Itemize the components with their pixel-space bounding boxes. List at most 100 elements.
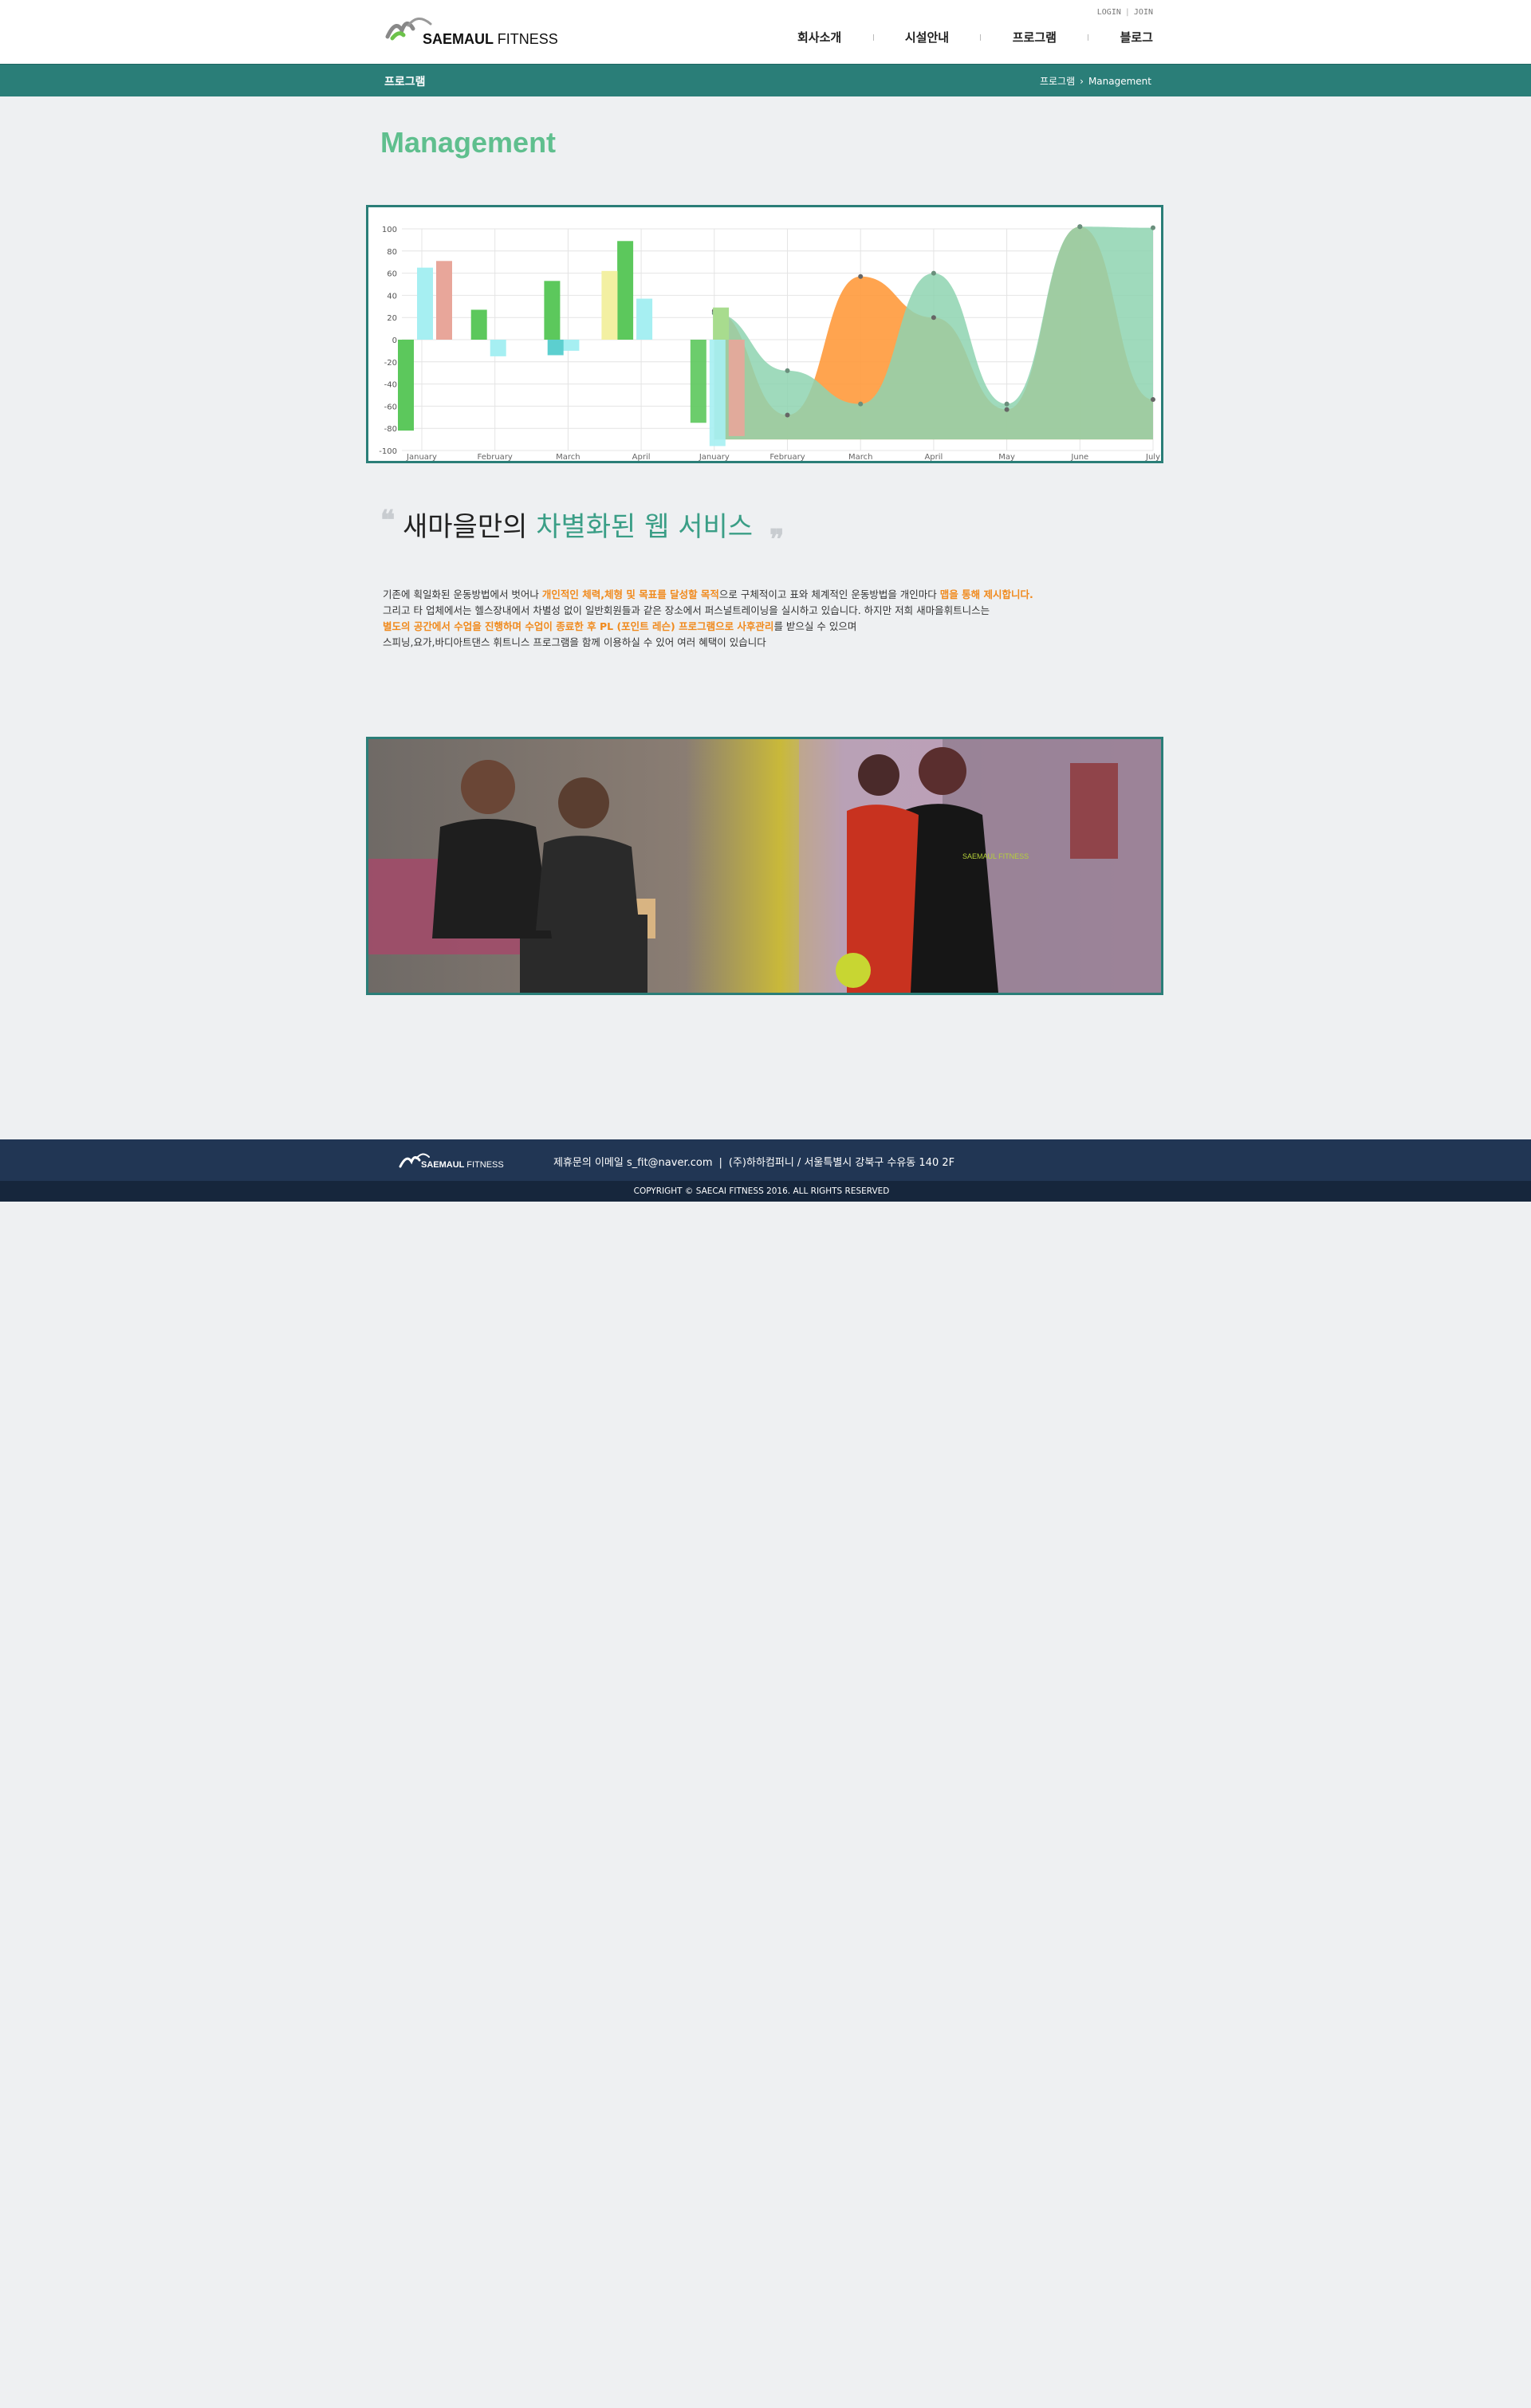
nav-separator bbox=[872, 33, 874, 41]
breadcrumb-program[interactable]: 프로그램 bbox=[1040, 76, 1075, 87]
logo-brand: SAEMAUL bbox=[423, 31, 494, 47]
x-tick-label: January bbox=[406, 453, 437, 461]
area-point-green bbox=[1077, 224, 1083, 230]
area-point-green bbox=[858, 401, 864, 407]
footer-logo-suffix: FITNESS bbox=[466, 1160, 504, 1170]
bar bbox=[398, 340, 414, 431]
x-tick-label: May bbox=[998, 453, 1015, 461]
desc-highlight: 별도의 공간에서 수업을 진행하며 수업이 종료한 후 PL (포인트 레슨) … bbox=[383, 620, 774, 632]
y-tick-label: 20 bbox=[387, 314, 397, 323]
desc-line-2: 그리고 타 업체에서는 헬스장내에서 차별성 없이 일반회원들과 같은 장소에서… bbox=[383, 604, 990, 616]
desc-text: 를 받으실 수 있으며 bbox=[773, 620, 857, 632]
y-tick-label: -100 bbox=[379, 447, 397, 456]
y-tick-label: -80 bbox=[384, 425, 397, 434]
page-title: Management bbox=[380, 126, 557, 159]
desc-text: 기존에 획일화된 운동방법에서 벗어나 bbox=[383, 588, 542, 600]
desc-text: 으로 구체적이고 표와 체계적인 운동방법을 개인마다 bbox=[718, 588, 940, 600]
training-photo: SAEMAUL FITNESS bbox=[366, 737, 1163, 995]
bar bbox=[713, 307, 730, 340]
area-point-green bbox=[931, 270, 936, 276]
join-link[interactable]: JOIN bbox=[1134, 8, 1153, 17]
x-tick-label: June bbox=[1070, 453, 1088, 461]
shirt-text: SAEMAUL FITNESS bbox=[962, 852, 1029, 860]
bar bbox=[547, 340, 564, 356]
section-title: 프로그램 bbox=[384, 76, 426, 89]
bar bbox=[470, 309, 487, 340]
site-header: SAEMAUL FITNESS LOGIN | JOIN 회사소개 시설안내 프로그… bbox=[0, 0, 1531, 64]
area-point-orange bbox=[1004, 407, 1010, 412]
util-separator: | bbox=[1124, 8, 1130, 17]
nav-item-facility[interactable]: 시설안내 bbox=[905, 29, 949, 45]
site-logo[interactable]: SAEMAUL FITNESS bbox=[384, 11, 558, 51]
desc-line-4: 스피닝,요가,바디아트댄스 휘트니스 프로그램을 함께 이용하실 수 있어 여러… bbox=[383, 636, 766, 648]
desc-highlight: 맵을 통해 제시합니다. bbox=[939, 588, 1033, 600]
bar bbox=[617, 241, 634, 340]
x-tick-label: February bbox=[769, 453, 805, 461]
y-tick-label: 60 bbox=[387, 270, 397, 279]
desc-line-3: 별도의 공간에서 수업을 진행하며 수업이 종료한 후 PL (포인트 레슨) … bbox=[383, 619, 1164, 635]
x-tick-label: April bbox=[632, 453, 651, 461]
headline-dark: 새마을만의 bbox=[403, 511, 528, 543]
bar bbox=[601, 270, 618, 340]
footer-logo-text: SAEMAUL FITNESS bbox=[421, 1160, 504, 1170]
bar bbox=[709, 340, 726, 447]
bar bbox=[728, 340, 745, 436]
bar bbox=[636, 298, 653, 340]
area-point-green bbox=[1004, 401, 1010, 407]
footer-logo-brand: SAEMAUL bbox=[421, 1160, 465, 1170]
footer-info: 제휴문의 이메일 s_fit@naver.com | (주)하하컴퍼니 / 서울특별… bbox=[553, 1154, 954, 1169]
management-chart: 100 80 60 40 20 0 -20 -40 -60 -80 -100 January Febru… bbox=[366, 205, 1163, 463]
login-link[interactable]: LOGIN bbox=[1097, 8, 1121, 17]
x-tick-label: April bbox=[924, 453, 943, 461]
y-tick-label: 40 bbox=[387, 292, 397, 301]
bar bbox=[436, 261, 452, 340]
logo-text: SAEMAUL FITNESS bbox=[423, 31, 558, 48]
x-tick-label: March bbox=[556, 453, 580, 461]
footer-logo[interactable]: SAEMAUL FITNESS bbox=[399, 1149, 504, 1173]
nav-item-program[interactable]: 프로그램 bbox=[1013, 29, 1057, 45]
quote-open-icon: ❝ bbox=[380, 505, 396, 537]
breadcrumb-current: Management bbox=[1088, 76, 1151, 87]
area-point-orange bbox=[931, 315, 936, 321]
y-tick-label: 100 bbox=[382, 226, 397, 234]
x-tick-label: July bbox=[1145, 453, 1160, 461]
y-tick-label: -40 bbox=[384, 381, 397, 390]
x-tick-label: February bbox=[478, 453, 513, 461]
area-point-orange bbox=[785, 412, 790, 418]
nav-item-company[interactable]: 회사소개 bbox=[797, 29, 841, 45]
bar bbox=[544, 281, 561, 340]
x-tick-label: January bbox=[699, 453, 730, 461]
area-point-green bbox=[1151, 225, 1155, 230]
breadcrumb: 프로그램 › Management bbox=[1032, 74, 1151, 88]
area-point-orange bbox=[1151, 397, 1155, 403]
area-point-orange bbox=[858, 273, 864, 279]
site-footer: SAEMAUL FITNESS 제휴문의 이메일 s_fit@naver.com… bbox=[0, 1139, 1531, 1181]
footer-company: (주)하하컴퍼니 / 서울특별시 강북구 수유동 140 2F bbox=[728, 1157, 955, 1169]
util-links: LOGIN | JOIN bbox=[1084, 8, 1153, 17]
bar bbox=[417, 267, 433, 340]
bar bbox=[690, 340, 706, 423]
nav-item-blog[interactable]: 블로그 bbox=[1120, 29, 1153, 45]
bar bbox=[563, 340, 580, 351]
copyright-bar: COPYRIGHT © SAECAI FITNESS 2016. ALL RIG… bbox=[0, 1181, 1531, 1202]
y-tick-label: 80 bbox=[387, 248, 397, 257]
footer-email: 제휴문의 이메일 s_fit@naver.com bbox=[553, 1157, 713, 1169]
quote-close-icon: ❞ bbox=[769, 524, 785, 556]
bar bbox=[490, 340, 506, 356]
main-nav: 회사소개 시설안내 프로그램 블로그 bbox=[797, 29, 1153, 45]
sub-title-bar: 프로그램 프로그램 › Management bbox=[0, 64, 1531, 96]
area-point-green bbox=[785, 368, 790, 373]
copyright-text: COPYRIGHT © SAECAI FITNESS 2016. ALL RIG… bbox=[633, 1186, 890, 1196]
y-tick-label: -60 bbox=[384, 403, 397, 411]
x-tick-label: March bbox=[848, 453, 872, 461]
headline-text: 새마을만의 차별화된 웹 서비스 bbox=[403, 507, 753, 547]
y-tick-label: 0 bbox=[392, 336, 397, 345]
chevron-right-icon: › bbox=[1080, 76, 1084, 87]
headline-accent: 차별화된 웹 서비스 bbox=[536, 511, 754, 543]
chart-canvas: 100 80 60 40 20 0 -20 -40 -60 -80 -100 January Febru… bbox=[379, 224, 1160, 461]
footer-separator: | bbox=[718, 1157, 722, 1169]
photo-illustration: SAEMAUL FITNESS bbox=[368, 739, 1161, 993]
nav-separator bbox=[980, 33, 982, 41]
y-tick-label: -20 bbox=[384, 359, 397, 368]
desc-highlight: 개인적인 체력,체형 및 목표를 달성할 목적 bbox=[541, 588, 719, 600]
